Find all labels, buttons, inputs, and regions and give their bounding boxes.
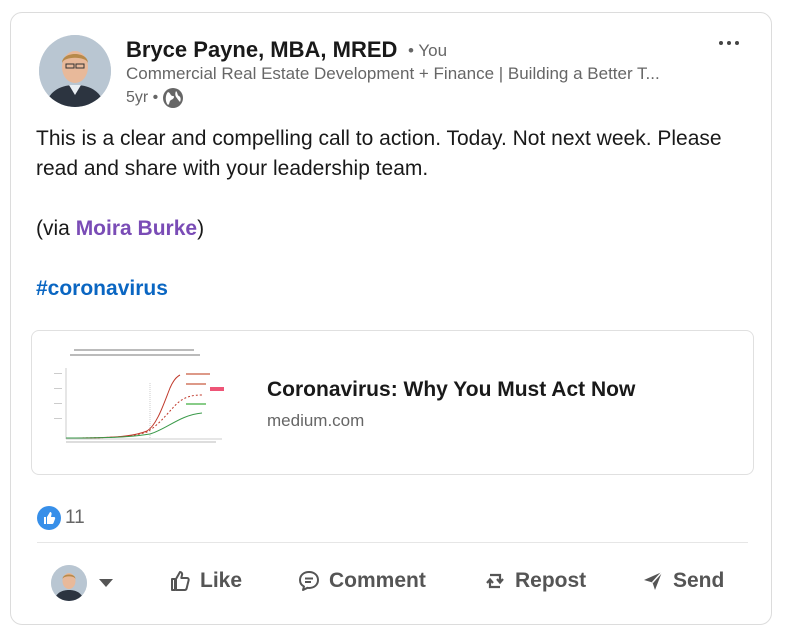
reactions-summary[interactable]: 11 <box>37 506 85 530</box>
comment-icon <box>299 571 319 591</box>
actor-switcher[interactable] <box>51 565 113 601</box>
post-meta: 5yr • <box>126 87 184 109</box>
send-label: Send <box>673 569 725 592</box>
repost-icon <box>486 573 504 589</box>
repost-button[interactable]: Repost <box>483 569 586 593</box>
post-text-line: This is a clear and compelling call to a… <box>36 127 722 180</box>
like-button[interactable]: Like <box>168 569 242 593</box>
via-prefix: (via <box>36 217 76 240</box>
link-preview-card[interactable]: Coronavirus: Why You Must Act Now medium… <box>31 330 754 475</box>
author-avatar[interactable] <box>39 35 111 107</box>
send-icon <box>644 571 663 590</box>
comment-button[interactable]: Comment <box>297 569 426 593</box>
more-icon[interactable] <box>711 29 747 57</box>
repost-label: Repost <box>515 569 587 592</box>
like-icon <box>171 571 190 591</box>
globe-icon <box>162 87 184 109</box>
send-button[interactable]: Send <box>641 569 724 593</box>
hashtag-link[interactable]: #coronavirus <box>36 277 168 300</box>
post-body: This is a clear and compelling call to a… <box>36 124 736 304</box>
post-card: Bryce Payne, MBA, MRED • You Commercial … <box>10 12 772 625</box>
like-reaction-icon <box>37 506 61 530</box>
action-bar: Like Comment Repost Send <box>11 561 773 611</box>
author-headline: Commercial Real Estate Development + Fin… <box>126 64 660 83</box>
via-suffix: ) <box>197 217 205 240</box>
actor-avatar <box>51 565 87 601</box>
article-thumbnail <box>52 343 232 461</box>
link-title[interactable]: Coronavirus: Why You Must Act Now <box>267 378 635 402</box>
comment-label: Comment <box>329 569 426 592</box>
mention-link[interactable]: Moira Burke <box>76 217 197 240</box>
author-you-label: • You <box>408 41 448 60</box>
author-name[interactable]: Bryce Payne, MBA, MRED <box>126 37 397 63</box>
divider <box>37 542 748 543</box>
link-source: medium.com <box>267 411 365 430</box>
caret-down-icon <box>99 579 113 587</box>
reaction-count: 11 <box>65 507 85 528</box>
post-via: (via Moira Burke) <box>36 214 736 244</box>
post-time: 5yr • <box>126 89 159 106</box>
like-label: Like <box>200 569 243 592</box>
